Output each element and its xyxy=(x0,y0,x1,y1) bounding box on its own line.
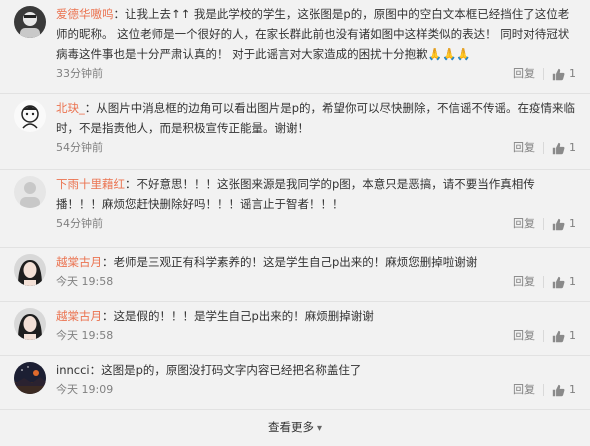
comment-item: 北玦_：从图片中消息框的边角可以看出图片是p的，希望你可以尽快删除，不信谣不传谣… xyxy=(0,94,590,170)
comment-actions: 回复 1 xyxy=(513,380,576,400)
avatar[interactable] xyxy=(14,100,46,132)
comment-time: 54分钟前 xyxy=(56,141,103,154)
comment-actions: 回复 1 xyxy=(513,326,576,346)
comment-username[interactable]: 下雨十里藉红 xyxy=(56,177,125,191)
like-button[interactable]: 1 xyxy=(552,326,576,346)
comment-item: 越棠古月：老师是三观正有科学素养的！这是学生自己p出来的！麻烦您删掉啦谢谢 今天… xyxy=(0,248,590,302)
comment-username[interactable]: 越棠古月 xyxy=(56,255,102,269)
like-button[interactable]: 1 xyxy=(552,380,576,400)
comment-text: 这图是p的，原图没打码文字内容已经把名称盖住了 xyxy=(101,363,362,377)
avatar[interactable] xyxy=(14,254,46,286)
thumbs-up-icon xyxy=(552,276,565,288)
avatar[interactable] xyxy=(14,6,46,38)
comment-text: 从图片中消息框的边角可以看出图片是p的，希望你可以尽快删除，不信谣不传谣。在疫情… xyxy=(56,101,576,135)
divider xyxy=(543,384,544,396)
comment-actions: 回复 1 xyxy=(513,64,576,84)
comment-list: 爱德华嗷呜：让我上去↑↑ 我是此学校的学生，这张图是p的，原图中的空白文本框已经… xyxy=(0,0,590,444)
comment-text-block: 爱德华嗷呜：让我上去↑↑ 我是此学校的学生，这张图是p的，原图中的空白文本框已经… xyxy=(56,0,576,64)
comment-text-block: 下雨十里藉红：不好意思！！！这张图来源是我同学的p图，本意只是恶搞，请不要当作真… xyxy=(56,170,576,214)
like-button[interactable]: 1 xyxy=(552,138,576,158)
comment-time: 33分钟前 xyxy=(56,67,103,80)
like-button[interactable]: 1 xyxy=(552,214,576,234)
thumbs-up-icon xyxy=(552,218,565,230)
like-count: 1 xyxy=(569,217,576,230)
colon: ： xyxy=(113,7,126,21)
like-button[interactable]: 1 xyxy=(552,272,576,292)
colon: ： xyxy=(89,363,102,377)
see-more-label: 查看更多 xyxy=(267,420,314,434)
reply-button[interactable]: 回复 xyxy=(513,214,535,234)
comment-actions: 回复 1 xyxy=(513,272,576,292)
comment-username[interactable]: inncci xyxy=(56,363,90,377)
like-count: 1 xyxy=(569,67,576,80)
like-count: 1 xyxy=(569,329,576,342)
thumbs-up-icon xyxy=(552,384,565,396)
reply-button[interactable]: 回复 xyxy=(513,380,535,400)
comment-actions: 回复 1 xyxy=(513,214,576,234)
like-count: 1 xyxy=(569,383,576,396)
colon: ： xyxy=(84,101,97,115)
avatar[interactable] xyxy=(14,308,46,340)
comment-meta: 54分钟前 回复 1 xyxy=(56,214,576,234)
like-button[interactable]: 1 xyxy=(552,64,576,84)
reply-button[interactable]: 回复 xyxy=(513,64,535,84)
reply-button[interactable]: 回复 xyxy=(513,326,535,346)
comment-item: 下雨十里藉红：不好意思！！！这张图来源是我同学的p图，本意只是恶搞，请不要当作真… xyxy=(0,170,590,248)
colon: ： xyxy=(102,255,114,269)
comment-text-block: inncci：这图是p的，原图没打码文字内容已经把名称盖住了 xyxy=(56,356,576,380)
comment-text-block: 越棠古月：老师是三观正有科学素养的！这是学生自己p出来的！麻烦您删掉啦谢谢 xyxy=(56,248,576,272)
divider xyxy=(543,276,544,288)
comment-text-block: 北玦_：从图片中消息框的边角可以看出图片是p的，希望你可以尽快删除，不信谣不传谣… xyxy=(56,94,576,138)
comment-time: 今天 19:58 xyxy=(56,329,114,342)
thumbs-up-icon xyxy=(552,68,565,80)
colon: ： xyxy=(102,309,114,323)
divider xyxy=(543,218,544,230)
comment-text: 这是假的！！！是学生自己p出来的！麻烦删掉谢谢 xyxy=(113,309,374,323)
comment-actions: 回复 1 xyxy=(513,138,576,158)
comment-meta: 今天 19:58 回复 1 xyxy=(56,326,576,346)
divider xyxy=(543,330,544,342)
like-count: 1 xyxy=(569,141,576,154)
avatar[interactable] xyxy=(14,176,46,208)
comment-username[interactable]: 北玦_ xyxy=(56,101,85,115)
thumbs-up-icon xyxy=(552,142,565,154)
comment-item: 越棠古月：这是假的！！！是学生自己p出来的！麻烦删掉谢谢 今天 19:58 回复… xyxy=(0,302,590,356)
thumbs-up-icon xyxy=(552,330,565,342)
divider xyxy=(543,142,544,154)
comment-time: 今天 19:09 xyxy=(56,383,114,396)
comment-username[interactable]: 爱德华嗷呜 xyxy=(56,7,114,21)
avatar[interactable] xyxy=(14,362,46,394)
comment-meta: 33分钟前 回复 1 xyxy=(56,64,576,84)
comment-time: 今天 19:58 xyxy=(56,275,114,288)
comment-username[interactable]: 越棠古月 xyxy=(56,309,102,323)
comment-text: 让我上去↑↑ 我是此学校的学生，这张图是p的，原图中的空白文本框已经挡住了这位老… xyxy=(56,7,570,61)
colon: ： xyxy=(125,177,137,191)
chevron-down-icon: ▾ xyxy=(316,423,323,434)
divider xyxy=(543,68,544,80)
comment-text: 老师是三观正有科学素养的！这是学生自己p出来的！麻烦您删掉啦谢谢 xyxy=(113,255,478,269)
comment-item: 爱德华嗷呜：让我上去↑↑ 我是此学校的学生，这张图是p的，原图中的空白文本框已经… xyxy=(0,0,590,94)
comment-meta: 今天 19:58 回复 1 xyxy=(56,272,576,292)
comment-time: 54分钟前 xyxy=(56,217,103,230)
see-more-button[interactable]: 查看更多 ▾ xyxy=(0,410,590,444)
comment-item: inncci：这图是p的，原图没打码文字内容已经把名称盖住了 今天 19:09 … xyxy=(0,356,590,410)
comment-meta: 今天 19:09 回复 1 xyxy=(56,380,576,400)
like-count: 1 xyxy=(569,275,576,288)
comment-text-block: 越棠古月：这是假的！！！是学生自己p出来的！麻烦删掉谢谢 xyxy=(56,302,576,326)
reply-button[interactable]: 回复 xyxy=(513,138,535,158)
comment-meta: 54分钟前 回复 1 xyxy=(56,138,576,158)
reply-button[interactable]: 回复 xyxy=(513,272,535,292)
